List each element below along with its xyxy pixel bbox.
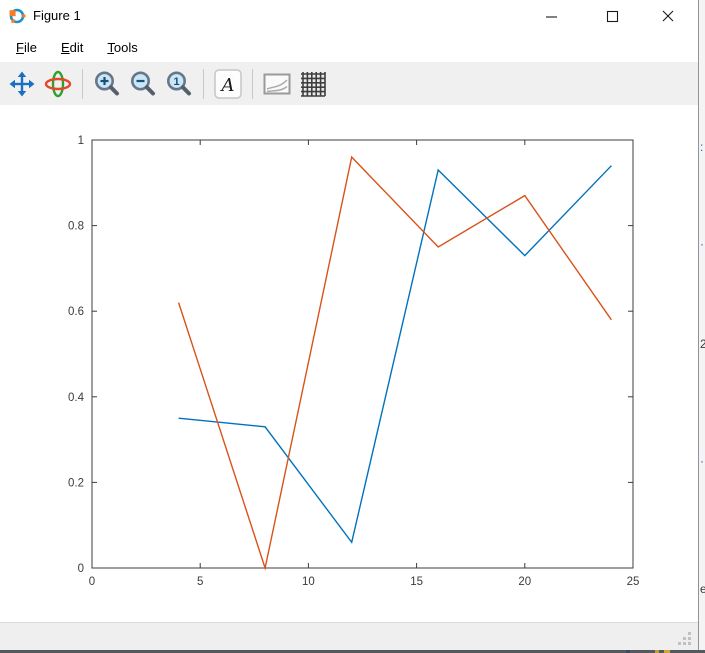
x-tick-label: 15 [410,576,423,588]
menu-bar: File Edit Tools [0,32,699,62]
octave-logo-icon [8,7,26,25]
insert-text-icon: A [214,69,242,99]
axes-button[interactable] [259,65,295,103]
pan-icon [9,71,35,97]
y-tick-label: 0.6 [68,306,84,318]
toolbar-separator [252,69,253,99]
clipped-text-fragment: 2 [700,338,705,350]
clipped-text-fragment: : [700,141,703,153]
toolbar: 1 A [0,62,699,105]
menu-file[interactable]: File [6,35,47,60]
grid-icon [300,71,326,97]
grid-button[interactable] [295,65,331,103]
resize-grip-icon[interactable] [688,642,691,645]
background-window-right-sliver: : · 2 · e [698,0,705,653]
zoom-out-icon [129,70,157,98]
chart-series-1 [179,166,612,543]
x-tick-label: 25 [627,576,640,588]
figure-window: Figure 1 File Edit Tools [0,0,705,653]
zoom-in-button[interactable] [89,65,125,103]
minimize-icon [545,10,558,23]
zoom-original-button[interactable]: 1 [161,65,197,103]
y-tick-label: 0.4 [68,392,85,404]
clipped-text-fragment: · [700,238,704,250]
minimize-button[interactable] [528,0,574,32]
svg-text:1: 1 [173,76,179,88]
x-tick-label: 5 [197,576,203,588]
clipped-text-fragment: · [700,455,704,467]
menu-edit[interactable]: Edit [51,35,93,60]
menu-tools[interactable]: Tools [97,35,147,60]
svg-text:A: A [220,75,235,96]
zoom-original-icon: 1 [165,70,193,98]
zoom-out-button[interactable] [125,65,161,103]
maximize-icon [606,10,619,23]
pan-tool-button[interactable] [4,65,40,103]
status-bar [0,622,699,650]
y-tick-label: 0.2 [68,477,84,489]
y-tick-label: 0.8 [68,221,84,233]
line-chart: 0 5 10 15 20 25 0 0.2 0.4 0.6 0.8 1 [0,105,699,622]
x-tick-label: 10 [302,576,315,588]
insert-text-button[interactable]: A [210,65,246,103]
toolbar-separator [203,69,204,99]
window-title: Figure 1 [33,8,81,23]
rotate-tool-button[interactable] [40,65,76,103]
zoom-in-icon [93,70,121,98]
y-tick-label: 0 [78,563,84,575]
x-tick-label: 0 [89,576,95,588]
chart-series-2 [179,157,612,568]
close-button[interactable] [645,0,691,32]
y-tick-label: 1 [78,135,84,147]
figure-canvas[interactable]: 0 5 10 15 20 25 0 0.2 0.4 0.6 0.8 1 [0,105,699,622]
title-bar[interactable]: Figure 1 [0,0,699,32]
x-tick-label: 20 [518,576,531,588]
maximize-button[interactable] [589,0,635,32]
close-icon [661,9,675,23]
toolbar-separator [82,69,83,99]
axes-icon [263,72,291,96]
rotate-icon [44,70,72,98]
clipped-text-fragment: e [700,583,705,595]
